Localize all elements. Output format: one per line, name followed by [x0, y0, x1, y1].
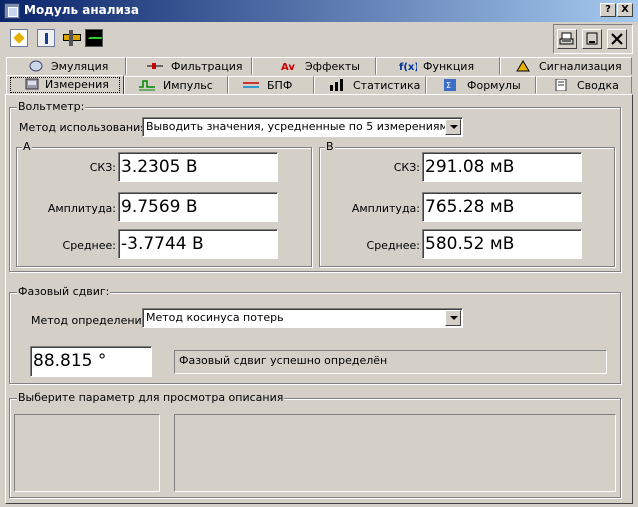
- channel-a-mean-label: Среднее:: [62, 239, 116, 252]
- phase-status: Фазовый сдвиг успешно определён: [174, 350, 607, 374]
- channel-b-title: B: [325, 140, 335, 153]
- parameter-list[interactable]: [14, 414, 160, 492]
- tab-function[interactable]: f(x) Функция: [376, 57, 500, 75]
- minimize-icon[interactable]: [582, 29, 602, 49]
- tab-filtering[interactable]: Фильтрация: [126, 57, 252, 75]
- tab-label: Измерения: [45, 78, 109, 91]
- chevron-down-icon[interactable]: [445, 310, 461, 326]
- summary-icon: [555, 78, 569, 92]
- channel-b-amp-field[interactable]: 765.28 мВ: [422, 192, 582, 222]
- phase-method-label: Метод определения:: [31, 314, 153, 327]
- channel-a-rms-label: СКЗ:: [89, 161, 116, 174]
- tab-measurements[interactable]: Измерения: [6, 75, 124, 95]
- tab-label: Сводка: [577, 79, 619, 92]
- tab-label: Эмуляция: [51, 60, 109, 73]
- tab-label: Фильтрация: [171, 60, 243, 73]
- description-title: Выберите параметр для просмотра описания: [17, 391, 285, 404]
- tab-alarm[interactable]: Сигнализация: [500, 57, 632, 75]
- tab-label: Формулы: [467, 79, 521, 92]
- tab-effects[interactable]: Av Эффекты: [252, 57, 376, 75]
- voltmeter-method-select[interactable]: Выводить значения, усредненные по 5 изме…: [142, 117, 463, 137]
- formulas-icon: Σ: [443, 79, 457, 91]
- channel-a-title: A: [22, 140, 32, 153]
- app-window-icon: [4, 3, 20, 19]
- print-icon[interactable]: [557, 29, 577, 49]
- help-button[interactable]: ?: [600, 3, 616, 17]
- info-icon[interactable]: [37, 29, 55, 47]
- tab-label: Сигнализация: [539, 60, 622, 73]
- star-icon[interactable]: [10, 29, 28, 47]
- window-controls: [553, 24, 633, 54]
- phase-value-field[interactable]: 88.815 °: [30, 346, 152, 377]
- tab-label: БПФ: [267, 79, 293, 92]
- channel-b-rms-field[interactable]: 291.08 мВ: [422, 152, 582, 182]
- window-title: Модуль анализа: [24, 3, 140, 17]
- svg-text:f(x): f(x): [399, 62, 417, 72]
- chevron-down-icon[interactable]: [445, 119, 461, 135]
- function-icon: f(x): [399, 60, 419, 73]
- voltmeter-title: Вольтметр:: [17, 100, 86, 113]
- tool-icon[interactable]: [62, 29, 81, 47]
- tab-emulation[interactable]: Эмуляция: [6, 57, 126, 75]
- tab-label: Статистика: [353, 79, 421, 92]
- channel-a-rms-field[interactable]: 3.2305 В: [118, 152, 278, 182]
- effects-icon: Av: [281, 60, 295, 73]
- close-button[interactable]: X: [617, 3, 633, 17]
- fft-icon: [243, 79, 259, 91]
- svg-text:Σ: Σ: [446, 81, 451, 90]
- emulation-icon: [29, 60, 43, 72]
- channel-b-rms-label: СКЗ:: [393, 161, 420, 174]
- tab-label: Функция: [423, 60, 475, 73]
- phase-method-value: Метод косинуса потерь: [146, 311, 284, 324]
- statistics-icon: [329, 79, 343, 91]
- channel-b-amp-label: Амплитуда:: [351, 202, 420, 215]
- tab-label: Импульс: [163, 79, 213, 92]
- voltmeter-method-label: Метод использования:: [19, 121, 151, 134]
- description-text: [174, 414, 616, 492]
- channel-b-mean-field[interactable]: 580.52 мВ: [422, 229, 582, 259]
- alarm-icon: [515, 60, 530, 72]
- title-bar[interactable]: Модуль анализа ? X: [0, 0, 638, 22]
- impulse-icon: [139, 79, 155, 91]
- svg-text:Av: Av: [281, 62, 295, 72]
- channel-a-mean-field[interactable]: -3.7744 В: [118, 229, 278, 259]
- tab-statistics[interactable]: Статистика: [314, 76, 426, 94]
- tab-summary[interactable]: Сводка: [536, 76, 632, 94]
- close-icon[interactable]: [607, 29, 627, 49]
- channel-a-amp-field[interactable]: 9.7569 В: [118, 192, 278, 222]
- tab-formulas[interactable]: Σ Формулы: [426, 76, 536, 94]
- voltmeter-method-value: Выводить значения, усредненные по 5 изме…: [146, 120, 448, 133]
- channel-a-amp-label: Амплитуда:: [47, 202, 116, 215]
- tab-label: Эффекты: [305, 60, 360, 73]
- phase-method-select[interactable]: Метод косинуса потерь: [142, 308, 463, 328]
- tab-impulse[interactable]: Импульс: [124, 76, 228, 94]
- phase-title: Фазовый сдвиг:: [17, 285, 111, 298]
- tab-fft[interactable]: БПФ: [228, 76, 314, 94]
- channel-b-mean-label: Среднее:: [366, 239, 420, 252]
- oscilloscope-icon[interactable]: [85, 29, 103, 47]
- filter-icon: [147, 60, 163, 72]
- measure-icon: [25, 78, 39, 90]
